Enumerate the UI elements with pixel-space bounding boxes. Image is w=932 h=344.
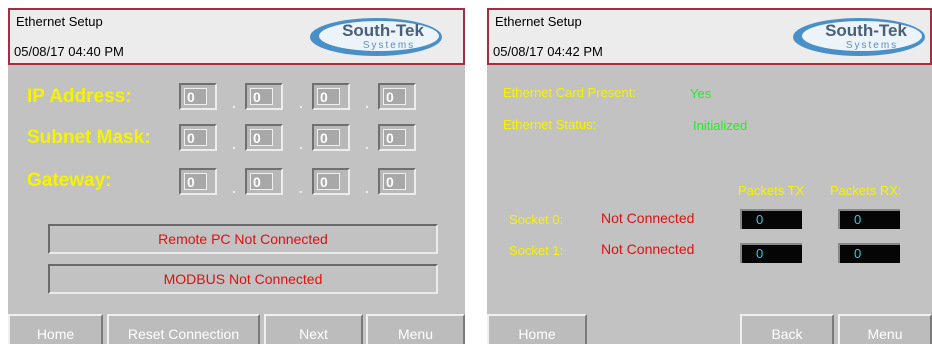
next-button[interactable]: Next [264,314,363,344]
home-button[interactable]: Home [487,314,587,344]
packets-rx-header: Packets RX: [830,183,902,198]
screen-title: Ethernet Setup [16,14,103,29]
subnet-octet-4[interactable]: 0 [378,124,416,151]
menu-button[interactable]: Menu [838,314,932,344]
gateway-octet-1[interactable]: 0 [179,168,217,195]
ethernet-status-value: Initialized [693,118,748,133]
ethernet-setup-screen-status: Ethernet Setup 05/08/17 04:42 PM South-T… [487,8,932,344]
modbus-status: MODBUS Not Connected [48,264,438,294]
socket-1-state: Not Connected [601,241,695,257]
svg-text:Systems: Systems [363,40,415,51]
socket-1-packets-tx: 0 [740,243,802,263]
socket-0-label: Socket 0: [509,212,564,227]
reset-connection-button[interactable]: Reset Connection [107,314,260,344]
octet-separator: . [365,95,369,111]
subnet-octet-3[interactable]: 0 [312,124,350,151]
south-tek-logo: South-Tek Systems [309,17,443,57]
ip-address-label: IP Address: [27,86,132,107]
socket-0-state: Not Connected [601,210,695,226]
gateway-octet-3[interactable]: 0 [312,168,350,195]
date-time: 05/08/17 04:42 PM [493,44,603,59]
ethernet-status-label: Ethernet Status: [503,117,597,132]
octet-separator: . [299,95,303,111]
ip-octet-2[interactable]: 0 [245,83,283,110]
remote-pc-status: Remote PC Not Connected [48,224,438,254]
date-time: 05/08/17 04:40 PM [14,44,124,59]
subnet-octet-1[interactable]: 0 [179,124,217,151]
socket-1-label: Socket 1: [509,243,564,258]
svg-text:Systems: Systems [846,40,898,51]
header-bar: Ethernet Setup 05/08/17 04:42 PM South-T… [487,8,932,65]
octet-separator: . [232,136,236,152]
menu-button[interactable]: Menu [366,314,465,344]
subnet-mask-label: Subnet Mask: [27,127,151,148]
socket-0-packets-rx: 0 [838,209,900,229]
svg-text:South-Tek: South-Tek [342,21,424,40]
octet-separator: . [232,95,236,111]
ip-octet-3[interactable]: 0 [312,83,350,110]
ethernet-card-present-label: Ethernet Card Present: [503,85,636,100]
gateway-label: Gateway: [27,170,112,191]
south-tek-logo: South-Tek Systems [792,17,926,57]
octet-separator: . [299,180,303,196]
octet-separator: . [365,136,369,152]
home-button[interactable]: Home [8,314,103,344]
ethernet-card-present-value: Yes [690,86,712,101]
socket-1-packets-rx: 0 [838,243,900,263]
ethernet-setup-screen-ip: Ethernet Setup 05/08/17 04:40 PM South-T… [8,8,465,344]
subnet-octet-2[interactable]: 0 [245,124,283,151]
gateway-octet-4[interactable]: 0 [378,168,416,195]
ip-octet-4[interactable]: 0 [378,83,416,110]
svg-text:South-Tek: South-Tek [825,21,907,40]
socket-0-packets-tx: 0 [740,209,802,229]
octet-separator: . [299,136,303,152]
gateway-octet-2[interactable]: 0 [245,168,283,195]
header-bar: Ethernet Setup 05/08/17 04:40 PM South-T… [8,8,465,65]
back-button[interactable]: Back [740,314,834,344]
octet-separator: . [232,180,236,196]
octet-separator: . [365,180,369,196]
ip-octet-1[interactable]: 0 [179,83,217,110]
screen-title: Ethernet Setup [495,14,582,29]
packets-tx-header: Packets TX [738,183,805,198]
